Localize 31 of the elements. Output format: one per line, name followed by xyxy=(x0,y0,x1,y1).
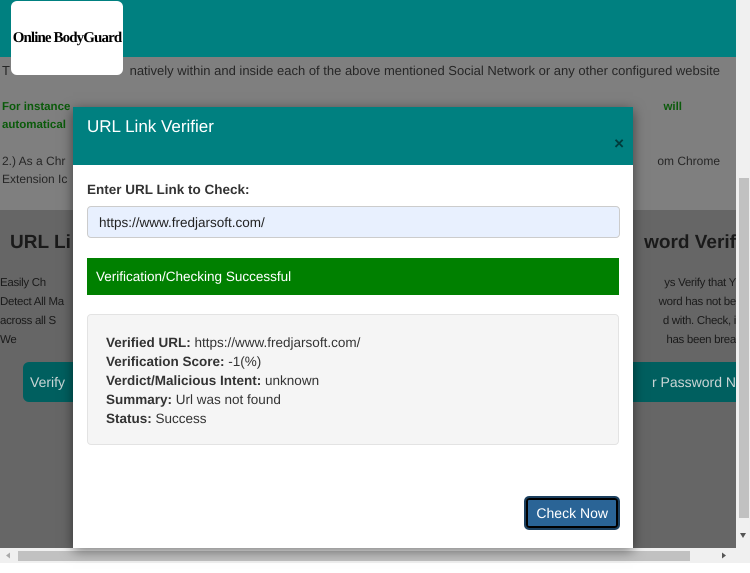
description-text: across all S xyxy=(0,314,56,329)
section-heading: word Verif xyxy=(644,232,736,255)
verify-button[interactable]: Verify xyxy=(23,362,73,402)
result-text: Verdict/Malicious Intent: unknown xyxy=(106,373,320,388)
result-text: Verified URL: https://www.fredjarsoft.com/ xyxy=(106,335,360,350)
check-now-button[interactable]: Check Now xyxy=(525,497,619,529)
dialog-title: URL Link Verifier xyxy=(87,117,214,137)
result-text: Status: Success xyxy=(106,411,207,426)
password-button[interactable]: r Password N xyxy=(633,362,736,402)
section-heading: URL Li xyxy=(10,232,71,255)
paragraph-text: natively within and inside each of the above mentioned Social Network or any other configured website xyxy=(130,62,720,80)
url-input-field[interactable]: https://www.fredjarsoft.com/ xyxy=(87,206,620,238)
description-text: We xyxy=(0,333,16,348)
logo[interactable]: Online BodyGuard xyxy=(11,1,123,75)
description-text: ys Verify that Y xyxy=(664,276,736,291)
result-text: Verification Score: -1(%) xyxy=(106,354,262,369)
description-text: has been brea xyxy=(666,333,736,348)
result-text: Summary: Url was not found xyxy=(106,392,281,407)
success-alert: Verification/Checking Successful xyxy=(87,258,619,295)
paragraph-text: will xyxy=(663,100,682,115)
description-text: Detect All Ma xyxy=(0,295,64,310)
description-text: word has not be xyxy=(658,295,736,310)
description-text: Easily Ch xyxy=(0,276,46,291)
paragraph-text: automatical xyxy=(2,118,66,133)
paragraph-text: T xyxy=(2,62,10,80)
paragraph-text: 2.) As a Chr xyxy=(2,153,66,170)
field-label: Enter URL Link to Check: xyxy=(87,182,250,199)
paragraph-text: om Chrome xyxy=(657,153,720,170)
paragraph-text: Extension Ic xyxy=(2,171,68,188)
paragraph-text: For instance xyxy=(2,100,70,115)
description-text: d with. Check, i xyxy=(662,314,736,329)
